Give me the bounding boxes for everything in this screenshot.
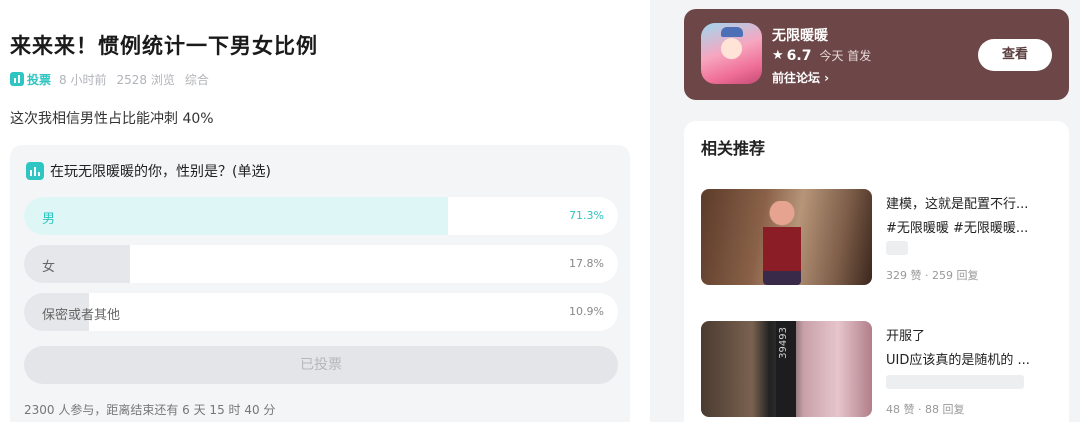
- poll-option-percent: 10.9%: [569, 305, 604, 318]
- related-title: 相关推荐: [701, 139, 766, 158]
- poll-footer: 2300 人参与，距离结束还有 6 天 15 时 40 分: [24, 403, 276, 417]
- post-meta: 投票 8 小时前 2528 浏览 综合: [10, 70, 219, 88]
- related-item-desc: UID应该真的是随机的 ...: [886, 353, 1030, 368]
- voted-button[interactable]: 已投票: [24, 346, 618, 384]
- poll-option-percent: 17.8%: [569, 257, 604, 270]
- poll-question-text: 在玩无限暖暖的你，性别是？(单选): [50, 164, 271, 180]
- poll-option-label: 女: [42, 260, 56, 275]
- page: 来来来！惯例统计一下男女比例 投票 8 小时前 2528 浏览 综合 这次我相信…: [0, 0, 1080, 422]
- poll-option-fill: [24, 197, 448, 235]
- game-release-status: 今天 首发: [819, 49, 872, 63]
- poll-option-other[interactable]: 保密或者其他 10.9%: [24, 293, 618, 331]
- forum-link[interactable]: 前往论坛 ›: [772, 69, 829, 86]
- poll-question: 在玩无限暖暖的你，性别是？(单选): [26, 161, 271, 181]
- post-panel: 来来来！惯例统计一下男女比例 投票 8 小时前 2528 浏览 综合 这次我相信…: [0, 0, 650, 422]
- view-button[interactable]: 查看: [978, 39, 1052, 71]
- post-time: 8 小时前: [59, 72, 107, 87]
- post-body: 这次我相信男性占比能冲刺 40%: [10, 111, 214, 127]
- game-stats: ★ 6.7 今天 首发: [772, 47, 871, 64]
- post-views: 2528 浏览: [116, 72, 175, 87]
- blurred-content: [886, 375, 1024, 389]
- poll-icon: [10, 72, 24, 86]
- vote-tag-label: 投票: [27, 72, 52, 87]
- post-category[interactable]: 综合: [185, 71, 209, 88]
- related-thumbnail[interactable]: [701, 189, 872, 285]
- vote-tag[interactable]: 投票: [10, 71, 51, 88]
- related-item-stats: 329 赞 · 259 回复: [886, 269, 979, 282]
- post-title: 来来来！惯例统计一下男女比例: [10, 34, 318, 58]
- thumbnail-text: 39493: [778, 327, 789, 359]
- poll-option-fill: [24, 245, 130, 283]
- game-score: 6.7: [786, 47, 812, 64]
- related-item-stats: 48 赞 · 88 回复: [886, 403, 965, 416]
- poll-option-male[interactable]: 男 71.3%: [24, 197, 618, 235]
- blurred-avatar: [886, 241, 908, 255]
- game-app-icon: [701, 23, 762, 84]
- related-item-title: 建模，这就是配置不行...: [886, 197, 1029, 212]
- related-item-tags: #无限暖暖 #无限暖暖...: [886, 221, 1029, 236]
- game-name: 无限暖暖: [772, 28, 828, 44]
- poll-option-label: 男: [42, 212, 56, 227]
- poll-option-female[interactable]: 女 17.8%: [24, 245, 618, 283]
- related-panel: 相关推荐 建模，这就是配置不行... #无限暖暖 #无限暖暖... 329 赞 …: [684, 121, 1069, 422]
- related-thumbnail[interactable]: 39493: [701, 321, 872, 417]
- star-icon: ★: [772, 48, 784, 63]
- game-card[interactable]: 无限暖暖 ★ 6.7 今天 首发 前往论坛 › 查看: [684, 9, 1069, 100]
- poll-icon: [26, 162, 44, 180]
- poll-card: 在玩无限暖暖的你，性别是？(单选) 男 71.3% 女 17.8% 保密或者其他…: [10, 145, 630, 422]
- poll-option-label: 保密或者其他: [42, 308, 121, 323]
- related-item-title: 开服了: [886, 329, 926, 344]
- poll-option-percent: 71.3%: [569, 209, 604, 222]
